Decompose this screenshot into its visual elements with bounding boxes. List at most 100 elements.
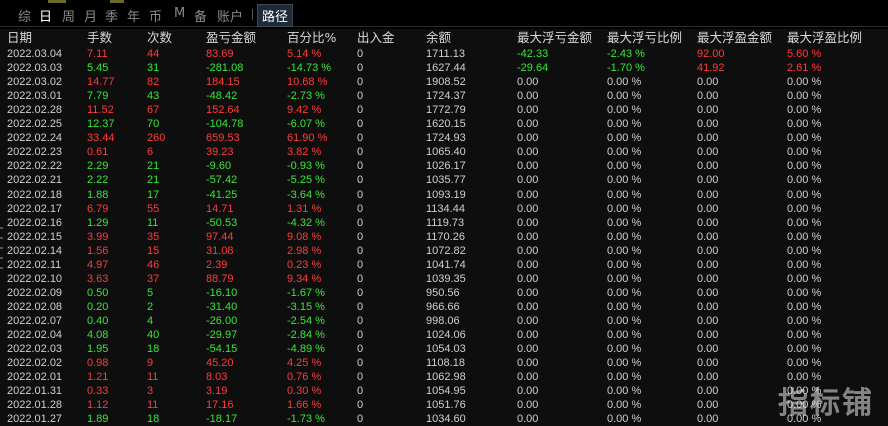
cell-max-float-gain-ratio: 0.00 %: [787, 258, 822, 271]
cell-balance: 1093.19: [426, 188, 466, 201]
cell-balance: 1620.15: [426, 118, 466, 131]
cell-deposit-withdraw: 0: [357, 76, 364, 89]
cell-max-float-gain-ratio: 5.60 %: [787, 48, 822, 60]
header-max-float-loss[interactable]: 最大浮亏金额: [517, 30, 592, 46]
table-row[interactable]: 2022.02.02 0.98 9 45.20 4.25 % 0 1108.18 0.00 0.…: [0, 356, 888, 370]
cell-date: 2022.01.27: [7, 413, 63, 426]
cell-max-float-loss-ratio: 0.00 %: [607, 216, 642, 229]
table-row[interactable]: 2022.02.23 0.61 6 39.23 3.82 % 0 1065.40 0.00 0.…: [0, 145, 888, 159]
table-row[interactable]: 2022.03.03 5.45 31 -281.08 -14.73 % 0 1627.44 -…: [0, 61, 888, 75]
cell-max-float-loss: 0.00: [517, 216, 539, 229]
cell-max-float-gain: 0.00: [697, 385, 719, 398]
table-row[interactable]: 2022.02.07 0.40 4 -26.00 -2.54 % 0 998.06 0.00 0…: [0, 314, 888, 328]
cell-percent: -2.73 %: [287, 90, 325, 103]
table-row[interactable]: 2022.02.22 2.29 21 -9.60 -0.93 % 0 1026.17 0.00…: [0, 159, 888, 173]
cell-lots: 4.97: [87, 258, 109, 271]
cell-lots: 2.29: [87, 160, 109, 173]
cell-max-float-loss-ratio: -2.43 %: [607, 48, 645, 60]
tab-quarter[interactable]: 季: [105, 6, 118, 25]
header-deposit-withdraw[interactable]: 出入金: [357, 30, 395, 46]
cell-pnl: -16.10: [206, 286, 238, 299]
table-row[interactable]: 2022.02.18 1.88 17 -41.25 -3.64 % 0 1093.19 0.0…: [0, 188, 888, 202]
table-row[interactable]: 2022.03.01 7.79 43 -48.42 -2.73 % 0 1724.37 0.0…: [0, 89, 888, 103]
cell-max-float-loss: -42.33: [517, 48, 549, 60]
cell-max-float-gain-ratio: 0.00 %: [787, 104, 822, 117]
cell-lots: 1.95: [87, 343, 109, 356]
header-pnl[interactable]: 盈亏金额: [206, 30, 256, 46]
table-row[interactable]: 2022.03.04 7.11 44 83.69 5.14 % 0 1711.13 -42.3…: [0, 47, 888, 61]
cell-max-float-loss-ratio: 0.00 %: [607, 371, 642, 384]
tab-m[interactable]: M: [174, 6, 185, 21]
tab-account[interactable]: 账户: [217, 6, 243, 25]
header-lots[interactable]: 手数: [87, 30, 112, 46]
header-balance[interactable]: 余额: [426, 30, 451, 46]
cell-max-float-loss: 0.00: [517, 286, 539, 299]
cell-pnl: -9.60: [206, 160, 232, 173]
header-date[interactable]: 日期: [7, 30, 32, 46]
cell-max-float-gain: 0.00: [697, 90, 719, 103]
table-row[interactable]: 2022.01.31 0.33 3 3.19 0.30 % 0 1054.95 0.00 0.0…: [0, 384, 888, 398]
table-row[interactable]: 2022.02.09 0.50 5 -16.10 -1.67 % 0 950.56 0.00 0…: [0, 286, 888, 300]
cell-pnl: 97.44: [206, 230, 234, 243]
table-row[interactable]: 2022.03.02 14.77 82 184.15 10.68 % 0 1908.52 0.…: [0, 75, 888, 89]
cell-date: 2022.02.08: [7, 300, 63, 313]
cell-date: 2022.03.03: [7, 62, 63, 75]
cell-percent: 1.66 %: [287, 399, 322, 412]
tab-day[interactable]: 日: [39, 6, 52, 25]
cell-date: 2022.01.28: [7, 399, 63, 412]
cell-max-float-gain-ratio: 0.00 %: [787, 174, 822, 187]
cell-pnl: 17.16: [206, 399, 234, 412]
cell-deposit-withdraw: 0: [357, 343, 364, 356]
table-row[interactable]: 2022.02.11 4.97 46 2.39 0.23 % 0 1041.74 0.00 0.…: [0, 258, 888, 272]
table-row[interactable]: 2022.02.10 3.63 37 88.79 9.34 % 0 1039.35 0.00 0…: [0, 272, 888, 286]
table-row[interactable]: 2022.02.15 3.99 35 97.44 9.08 % 0 1170.26 0.00 0…: [0, 230, 888, 244]
table-row[interactable]: 2022.02.25 12.37 70 -104.78 -6.07 % 0 1620.15 0…: [0, 117, 888, 131]
cell-max-float-loss-ratio: 0.00 %: [607, 132, 642, 145]
cell-max-float-loss: 0.00: [517, 272, 539, 285]
table-row[interactable]: 2022.02.21 2.22 21 -57.42 -5.25 % 0 1035.77 0.0…: [0, 173, 888, 187]
tab-month[interactable]: 月: [84, 6, 97, 25]
header-max-float-loss-ratio[interactable]: 最大浮亏比例: [607, 30, 682, 46]
cell-deposit-withdraw: 0: [357, 413, 364, 426]
table-row[interactable]: 2022.01.28 1.12 11 17.16 1.66 % 0 1051.76 0.00 0…: [0, 398, 888, 412]
header-percent[interactable]: 百分比%: [287, 30, 336, 46]
cell-percent: 9.34 %: [287, 272, 322, 285]
cell-max-float-loss: 0.00: [517, 160, 539, 173]
cell-max-float-gain: 0.00: [697, 343, 719, 356]
table-row[interactable]: 2022.02.04 4.08 40 -29.97 -2.84 % 0 1024.06 0.0…: [0, 328, 888, 342]
table-row[interactable]: 2022.02.28 11.52 67 152.64 9.42 % 0 1772.79 0.0…: [0, 103, 888, 117]
tab-year[interactable]: 年: [127, 6, 140, 25]
cell-count: 67: [147, 104, 160, 117]
header-max-float-gain[interactable]: 最大浮盈金额: [697, 30, 772, 46]
cell-deposit-withdraw: 0: [357, 90, 364, 103]
tab-summary[interactable]: 综: [18, 6, 31, 25]
table-row[interactable]: 2022.02.14 1.56 15 31.08 2.98 % 0 1072.82 0.00 0…: [0, 244, 888, 258]
tab-note[interactable]: 备: [194, 6, 207, 25]
cell-max-float-gain-ratio: 0.00 %: [787, 76, 822, 89]
table-row[interactable]: 2022.02.08 0.20 2 -31.40 -3.15 % 0 966.66 0.00 0…: [0, 300, 888, 314]
cell-percent: -4.32 %: [287, 216, 325, 229]
cell-deposit-withdraw: 0: [357, 258, 364, 271]
tab-week[interactable]: 周: [62, 6, 75, 25]
table-row[interactable]: 2022.02.17 6.79 55 14.71 1.31 % 0 1134.44 0.00 0…: [0, 202, 888, 216]
table-row[interactable]: 2022.02.01 1.21 11 8.03 0.76 % 0 1062.98 0.00 0.…: [0, 370, 888, 384]
cell-count: 55: [147, 202, 160, 215]
cell-deposit-withdraw: 0: [357, 329, 364, 341]
cell-lots: 1.12: [87, 399, 109, 412]
header-count[interactable]: 次数: [147, 30, 172, 46]
cell-percent: -2.54 %: [287, 314, 325, 327]
cell-max-float-gain: 0.00: [697, 132, 719, 145]
cell-deposit-withdraw: 0: [357, 272, 364, 285]
table-row[interactable]: 2022.02.03 1.95 18 -54.15 -4.89 % 0 1054.03 0.0…: [0, 342, 888, 356]
cell-max-float-loss-ratio: -1.70 %: [607, 62, 645, 75]
cell-percent: 1.31 %: [287, 202, 322, 215]
table-row[interactable]: 2022.02.16 1.29 11 -50.53 -4.32 % 0 1119.73 0.0…: [0, 216, 888, 230]
header-max-float-gain-ratio[interactable]: 最大浮盈比例: [787, 30, 862, 46]
cell-max-float-gain-ratio: 0.00 %: [787, 188, 822, 201]
tab-path[interactable]: 路径: [257, 4, 294, 27]
tab-currency[interactable]: 币: [149, 6, 162, 25]
table-row[interactable]: 2022.02.24 33.44 260 659.53 61.90 % 0 1724.93 0…: [0, 131, 888, 145]
cell-deposit-withdraw: 0: [357, 300, 364, 313]
cell-percent: -2.84 %: [287, 329, 325, 341]
table-row[interactable]: 2022.01.27 1.89 18 -18.17 -1.73 % 0 1034.60 0.0…: [0, 412, 888, 426]
